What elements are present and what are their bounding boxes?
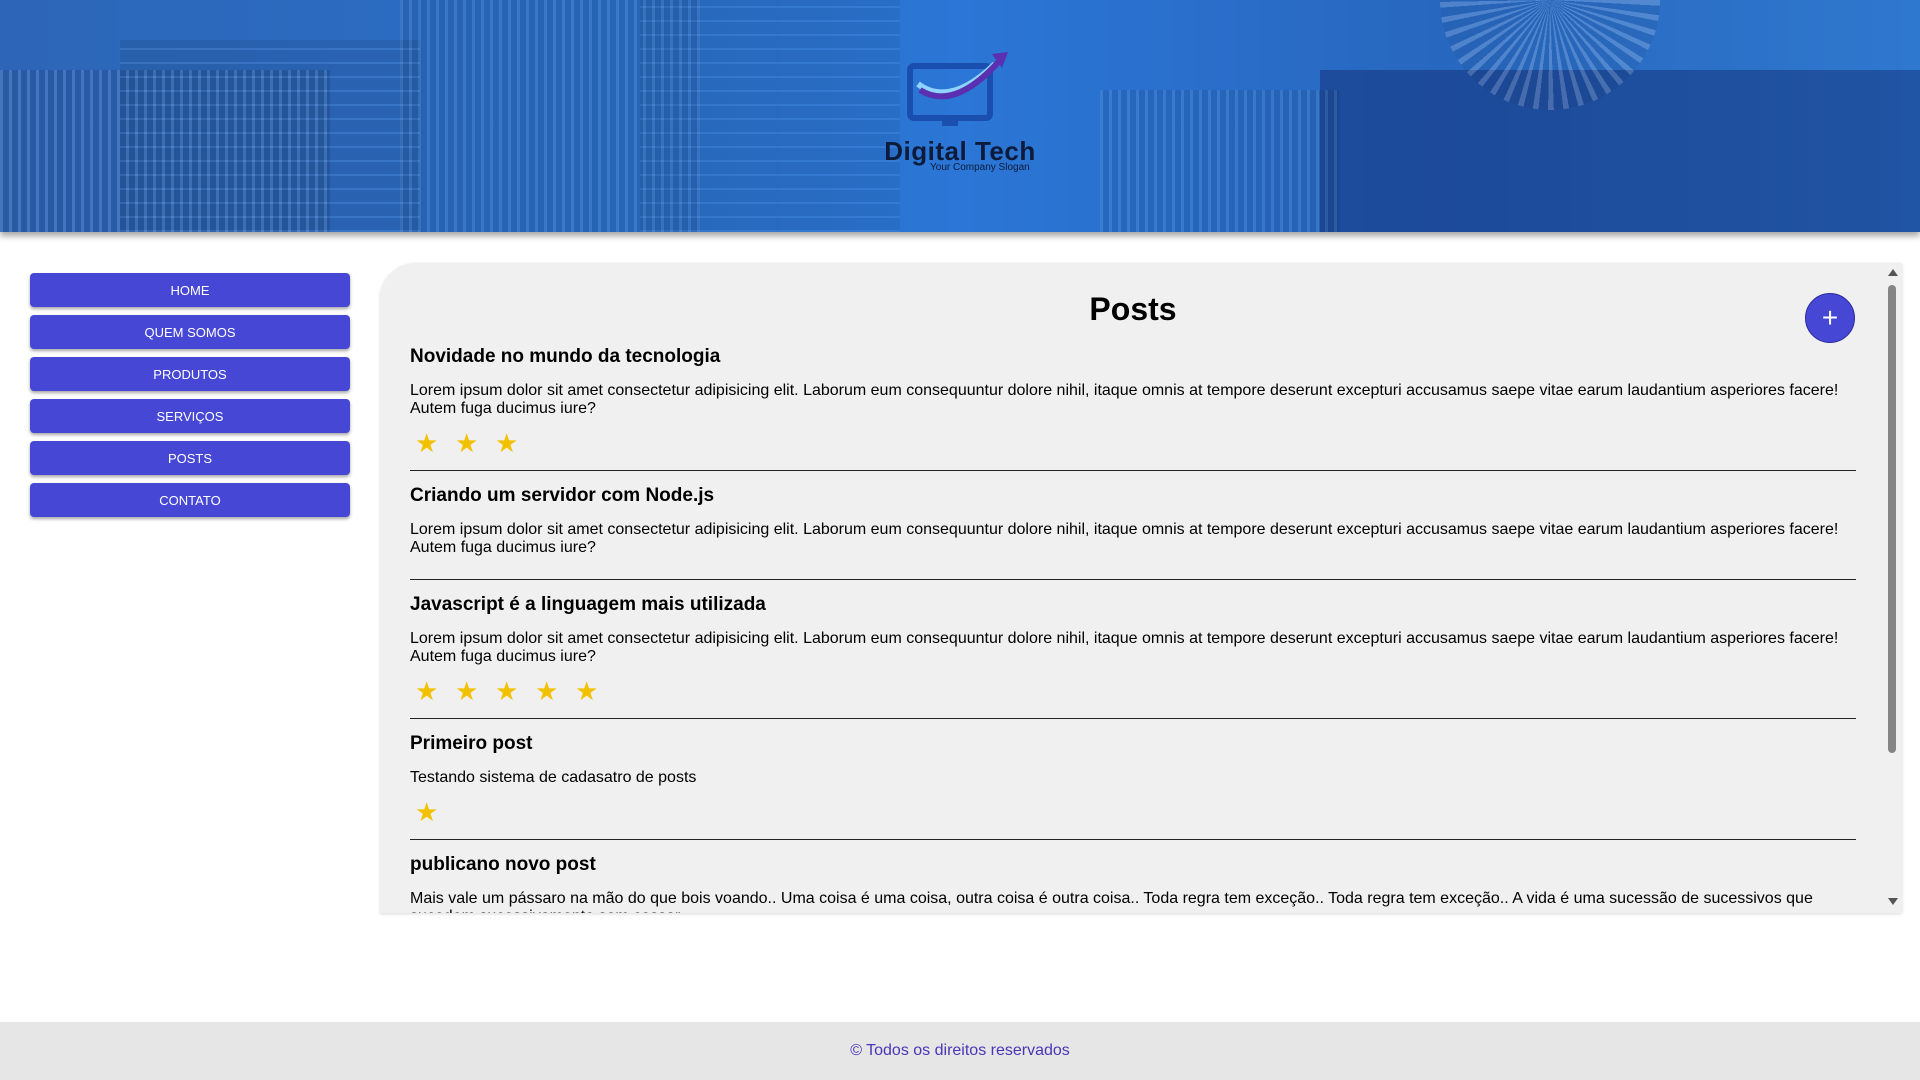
posts-content: Posts Novidade no mundo da tecnologia Lor… bbox=[410, 263, 1856, 913]
post-body: Lorem ipsum dolor sit amet consectetur a… bbox=[410, 382, 1839, 417]
post-title: Novidade no mundo da tecnologia bbox=[410, 346, 721, 367]
posts-list: Novidade no mundo da tecnologia Lorem ips… bbox=[410, 346, 1856, 913]
sidebar-item-servicos[interactable]: SERVIÇOS bbox=[30, 399, 350, 433]
footer: © Todos os direitos reservados bbox=[0, 1022, 1920, 1080]
post-title: Javascript é a linguagem mais utilizada bbox=[410, 594, 766, 615]
star-icon: ★ bbox=[415, 797, 439, 827]
banner-crane-beam bbox=[1320, 70, 1920, 232]
post-body: Lorem ipsum dolor sit amet consectetur a… bbox=[410, 630, 1839, 665]
post-item: Criando um servidor com Node.js Lorem ips… bbox=[410, 485, 1856, 580]
sidebar-item-posts[interactable]: POSTS bbox=[30, 441, 350, 475]
sidebar-nav: HOME QUEM SOMOS PRODUTOS SERVIÇOS POSTS … bbox=[30, 273, 350, 525]
star-icon: ★ bbox=[455, 676, 479, 706]
header-banner: Digital Tech Your Company Slogan bbox=[0, 0, 1920, 232]
post-item: publicano novo post Mais vale um pássaro … bbox=[410, 854, 1856, 913]
scrollbar[interactable] bbox=[1883, 263, 1902, 913]
footer-copyright: © Todos os direitos reservados bbox=[850, 1042, 1070, 1059]
banner-containers-stack bbox=[120, 40, 420, 232]
post-title: publicano novo post bbox=[410, 854, 596, 875]
post-rating: ★ ★ ★ bbox=[410, 428, 1856, 458]
post-body: Lorem ipsum dolor sit amet consectetur a… bbox=[410, 521, 1839, 556]
banner-containers-right bbox=[1100, 90, 1340, 232]
post-item: Javascript é a linguagem mais utilizada L… bbox=[410, 594, 1856, 719]
post-title: Criando um servidor com Node.js bbox=[410, 485, 715, 506]
logo-slogan: Your Company Slogan bbox=[930, 162, 1030, 173]
scroll-down-arrow-icon[interactable] bbox=[1888, 898, 1898, 905]
post-rating: ★ ★ ★ ★ ★ bbox=[410, 676, 1856, 706]
sidebar-item-quem-somos[interactable]: QUEM SOMOS bbox=[30, 315, 350, 349]
star-icon: ★ bbox=[455, 428, 479, 458]
post-title: Primeiro post bbox=[410, 733, 533, 754]
star-icon: ★ bbox=[575, 676, 599, 706]
star-icon: ★ bbox=[495, 676, 519, 706]
banner-crane bbox=[640, 0, 900, 232]
logo[interactable]: Digital Tech Your Company Slogan bbox=[880, 48, 1040, 178]
post-body: Testando sistema de cadasatro de posts bbox=[410, 769, 697, 786]
post-item: Novidade no mundo da tecnologia Lorem ips… bbox=[410, 346, 1856, 471]
post-rating: ★ bbox=[410, 797, 1856, 827]
star-icon: ★ bbox=[415, 676, 439, 706]
star-icon: ★ bbox=[535, 676, 559, 706]
posts-panel[interactable]: Posts Novidade no mundo da tecnologia Lor… bbox=[380, 263, 1902, 913]
add-post-button[interactable]: + bbox=[1805, 293, 1855, 343]
sidebar-item-home[interactable]: HOME bbox=[30, 273, 350, 307]
monitor-logo-icon bbox=[907, 52, 1008, 126]
star-icon: ★ bbox=[495, 428, 519, 458]
scroll-thumb[interactable] bbox=[1888, 285, 1896, 753]
post-body: Mais vale um pássaro na mão do que bois … bbox=[410, 890, 1813, 913]
scroll-up-arrow-icon[interactable] bbox=[1888, 269, 1898, 276]
sidebar-item-contato[interactable]: CONTATO bbox=[30, 483, 350, 517]
star-icon: ★ bbox=[415, 428, 439, 458]
post-item: Primeiro post Testando sistema de cadasat… bbox=[410, 733, 1856, 840]
page-title: Posts bbox=[1089, 291, 1177, 327]
sidebar-item-produtos[interactable]: PRODUTOS bbox=[30, 357, 350, 391]
